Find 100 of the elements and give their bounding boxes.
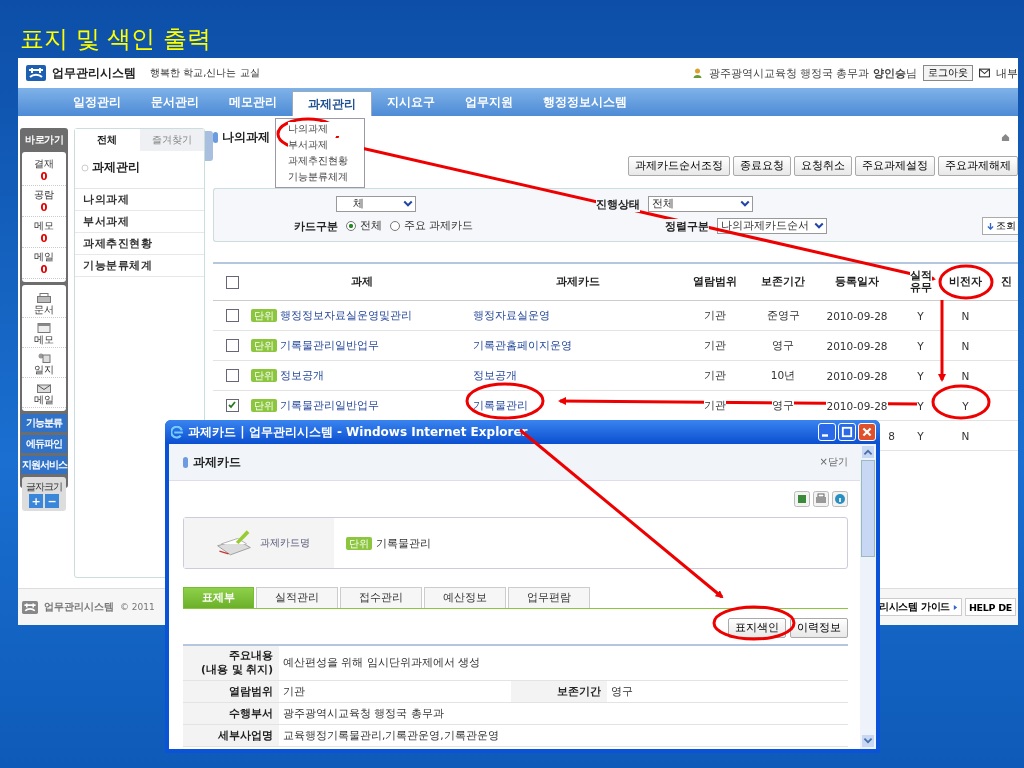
checkbox[interactable] (225, 339, 239, 352)
printer-icon[interactable] (813, 491, 829, 507)
footer-logo: 업무관리시스템 (44, 600, 114, 614)
select-field[interactable]: 체 (336, 196, 416, 212)
table-cell: 기관 (704, 338, 726, 353)
font-size-button[interactable]: − (45, 494, 59, 508)
counter-label[interactable]: 공람 (34, 186, 54, 202)
table-cell: Y (917, 429, 924, 442)
action-button[interactable]: 이력정보 (790, 618, 848, 638)
tree-item[interactable]: 나의과제 (75, 189, 204, 211)
menu-item[interactable]: 부서과제 (288, 138, 364, 152)
shortcut-label[interactable]: 메모 (22, 333, 66, 348)
quick-link[interactable]: 지원서비스 (21, 456, 67, 474)
logout-button[interactable]: 로그아웃 (923, 65, 973, 81)
unit-badge: 단위 (251, 339, 277, 352)
tree-item[interactable]: 기능분류체계 (75, 255, 204, 277)
card-name-label: 과제카드명 (260, 536, 310, 550)
table-cell: N (961, 339, 970, 352)
scroll-bar[interactable] (860, 444, 876, 749)
action-button[interactable]: 주요과제해제 (938, 156, 1018, 176)
radio-label[interactable]: 전체 (360, 219, 382, 233)
field-label: 보존기간 (511, 681, 607, 702)
task-link[interactable]: 기록물관리일반업무 (280, 338, 379, 353)
card-tab[interactable]: 업무편람 (508, 587, 590, 608)
quick-link[interactable]: 기능분류 (21, 414, 67, 432)
card-link[interactable]: 기록관홈페이지운영 (473, 338, 572, 353)
minimize-button[interactable] (818, 423, 836, 441)
radio-button[interactable] (346, 221, 356, 231)
title-bullet-icon (183, 456, 188, 468)
shortcut-label[interactable]: 메일 (22, 393, 66, 408)
caret-icon (403, 200, 413, 208)
table-cell: 2010-09-28 (826, 399, 888, 412)
card-link[interactable]: 행정자료실운영 (473, 308, 550, 323)
table-cell: 기관 (704, 368, 726, 383)
calendar-icon[interactable] (37, 323, 51, 333)
counter-value: 0 (22, 202, 66, 217)
checkbox[interactable] (225, 275, 239, 289)
nav-tab[interactable]: 과제관리 (292, 91, 372, 116)
card-tab[interactable]: 접수관리 (340, 587, 422, 608)
counter-label[interactable]: 결재 (34, 155, 54, 171)
user-info: 광주광역시교육청 행정국 총무과 양인승님 (708, 65, 917, 81)
task-link[interactable]: 행정정보자료실운영및관리 (280, 308, 412, 323)
card-tab[interactable]: 실적관리 (256, 587, 338, 608)
select-field[interactable]: 전체 (648, 196, 753, 212)
field-label: 세부사업명 (183, 725, 279, 746)
card-link[interactable]: 기록물관리 (473, 398, 528, 413)
mail-link[interactable]: 내부 (996, 65, 1018, 81)
field-value: 광주광역시교육청 행정국 총무과 (282, 705, 445, 721)
action-button[interactable]: 과제카드순서조정 (628, 156, 730, 176)
task-link[interactable]: 정보공개 (280, 368, 324, 383)
shortcut-label[interactable]: 문서 (22, 303, 66, 318)
card-link[interactable]: 정보공개 (473, 368, 517, 383)
spreadsheet-icon[interactable] (794, 491, 810, 507)
select-field[interactable]: 나의과제카드순서 (717, 218, 828, 234)
table-cell: 2010-09-28 (826, 309, 888, 322)
font-size-label: 글자크기 (26, 480, 62, 494)
card-tab[interactable]: 예산정보 (424, 587, 506, 608)
maximize-button[interactable] (838, 423, 856, 441)
table-cell: Y (917, 369, 924, 382)
home-icon[interactable] (1001, 132, 1010, 142)
filter-label: 카드구분 (294, 218, 338, 234)
checkbox[interactable] (225, 369, 239, 382)
radio-label[interactable]: 주요 과제카드 (404, 219, 474, 233)
table-cell: 10년 (770, 368, 796, 383)
action-button[interactable]: 종료요청 (733, 156, 791, 176)
checkbox[interactable] (225, 309, 239, 322)
envelope-icon[interactable] (37, 383, 51, 393)
help-button[interactable]: HELP DE (964, 598, 1016, 616)
action-button[interactable]: 표지색인 (728, 618, 786, 638)
column-header: 비전자 (949, 276, 982, 288)
counter-value: 0 (22, 264, 66, 279)
field-value: 예산편성을 위해 임시단위과제에서 생성 (282, 655, 481, 670)
slogan: 행복한 학교,신나는 교실 (150, 66, 260, 80)
copyright: © 2011 (120, 602, 155, 612)
printer-icon[interactable] (37, 293, 51, 303)
tree-item[interactable]: 과제추진현황 (75, 233, 204, 255)
column-header: 등록일자 (835, 276, 879, 288)
action-button[interactable]: 주요과제설정 (855, 156, 935, 176)
table-cell: N (961, 369, 970, 382)
radio-button[interactable] (390, 221, 400, 231)
table-cell: 2010-09-28 (826, 369, 888, 382)
checkbox[interactable] (225, 399, 239, 412)
field-label: 열람범위 (183, 681, 279, 702)
counter-value: 0 (22, 171, 66, 186)
action-button[interactable]: 요청취소 (794, 156, 852, 176)
font-size-button[interactable]: + (29, 494, 43, 508)
tree-item[interactable]: 부서과제 (75, 211, 204, 233)
task-link[interactable]: 기록물관리일반업무 (280, 398, 379, 413)
counter-label[interactable]: 메모 (34, 217, 54, 233)
counter-label[interactable]: 메일 (34, 248, 54, 264)
close-button[interactable] (858, 423, 876, 441)
close-link[interactable]: ×닫기 (819, 455, 848, 469)
shortcut-label[interactable]: 일지 (22, 363, 66, 378)
search-button[interactable]: 조회 (982, 217, 1018, 235)
notebook-icon[interactable] (37, 353, 51, 363)
info-icon[interactable] (832, 491, 848, 507)
table-cell: 기관 (704, 308, 726, 323)
page-title: 나의과제 (222, 128, 270, 146)
quick-link[interactable]: 에듀파인 (21, 435, 67, 453)
column-header: 과제카드 (556, 276, 600, 288)
